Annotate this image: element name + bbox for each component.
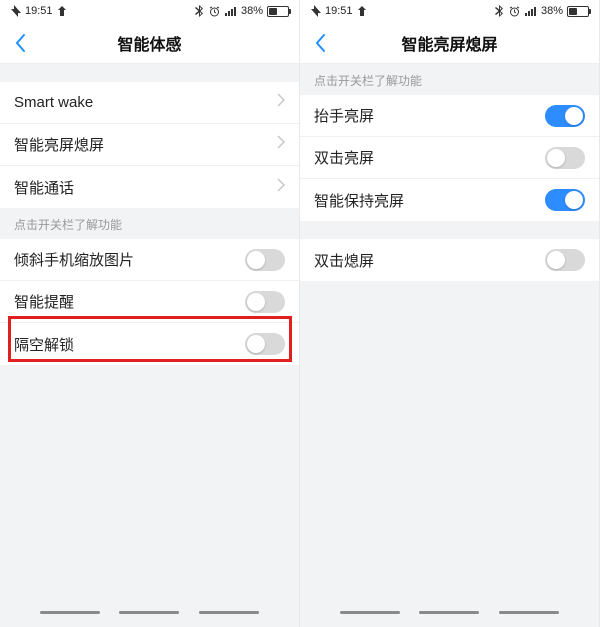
- toggle-tilt-zoom[interactable]: [245, 249, 285, 271]
- bluetooth-icon: [493, 5, 505, 17]
- signal-icon: [225, 5, 237, 17]
- row-smart-call[interactable]: 智能通话: [0, 166, 299, 208]
- row-tilt-zoom[interactable]: 倾斜手机缩放图片: [0, 239, 299, 281]
- signal-icon: [525, 5, 537, 17]
- row-smart-remind[interactable]: 智能提醒: [0, 281, 299, 323]
- row-double-tap-off[interactable]: 双击熄屏: [300, 239, 599, 281]
- status-bar: 19:51 38%: [300, 0, 599, 22]
- row-label: Smart wake: [14, 94, 277, 111]
- toggle-smart-keep-bright[interactable]: [545, 189, 585, 211]
- row-smart-bright-dark[interactable]: 智能亮屏熄屏: [0, 124, 299, 166]
- row-label: 双击熄屏: [314, 250, 545, 271]
- row-smart-wake[interactable]: Smart wake: [0, 82, 299, 124]
- battery-icon: [267, 6, 289, 17]
- row-double-tap-wake[interactable]: 双击亮屏: [300, 137, 599, 179]
- section-header: 点击开关栏了解功能: [0, 208, 299, 239]
- header: 智能亮屏熄屏: [300, 22, 599, 64]
- battery-icon: [567, 6, 589, 17]
- toggle-air-unlock[interactable]: [245, 333, 285, 355]
- toggle-raise-to-wake[interactable]: [545, 105, 585, 127]
- right-screen: 19:51 38% 智能亮屏熄屏 点击开关栏了解功能: [300, 0, 600, 627]
- nav-home-key[interactable]: [119, 611, 179, 614]
- toggle-double-tap-off[interactable]: [545, 249, 585, 271]
- chevron-right-icon: [277, 178, 285, 197]
- battery-percent: 38%: [241, 5, 263, 17]
- header: 智能体感: [0, 22, 299, 64]
- status-time: 19:51: [25, 5, 53, 17]
- status-time: 19:51: [325, 5, 353, 17]
- chevron-right-icon: [277, 135, 285, 154]
- bluetooth-icon: [193, 5, 205, 17]
- row-smart-keep-bright[interactable]: 智能保持亮屏: [300, 179, 599, 221]
- row-label: 智能保持亮屏: [314, 190, 545, 211]
- back-button[interactable]: [0, 22, 40, 64]
- row-label: 倾斜手机缩放图片: [14, 249, 245, 270]
- row-label: 智能亮屏熄屏: [14, 134, 277, 155]
- row-label: 智能通话: [14, 177, 277, 198]
- nav-list: Smart wake 智能亮屏熄屏 智能通话: [0, 82, 299, 208]
- toggle-list-2: 双击熄屏: [300, 239, 599, 281]
- chevron-right-icon: [277, 93, 285, 112]
- section-header: 点击开关栏了解功能: [300, 64, 599, 95]
- nav-bar: [0, 597, 299, 627]
- upload-icon: [356, 5, 368, 17]
- nav-recent-key[interactable]: [499, 611, 559, 614]
- row-air-unlock[interactable]: 隔空解锁: [0, 323, 299, 365]
- alarm-icon: [509, 5, 521, 17]
- toggle-list: 倾斜手机缩放图片 智能提醒 隔空解锁: [0, 239, 299, 365]
- nav-back-key[interactable]: [340, 611, 400, 614]
- toggle-smart-remind[interactable]: [245, 291, 285, 313]
- battery-charge-icon: [10, 5, 22, 17]
- row-label: 抬手亮屏: [314, 105, 545, 126]
- toggle-double-tap-wake[interactable]: [545, 147, 585, 169]
- toggle-list-1: 抬手亮屏 双击亮屏 智能保持亮屏: [300, 95, 599, 221]
- left-screen: 19:51 38% 智能体感 Smart: [0, 0, 300, 627]
- battery-percent: 38%: [541, 5, 563, 17]
- content: 点击开关栏了解功能 抬手亮屏 双击亮屏 智能保持亮屏 双击熄屏: [300, 64, 599, 597]
- page-title: 智能体感: [0, 31, 299, 55]
- alarm-icon: [209, 5, 221, 17]
- status-bar: 19:51 38%: [0, 0, 299, 22]
- battery-charge-icon: [310, 5, 322, 17]
- row-label: 智能提醒: [14, 291, 245, 312]
- content: Smart wake 智能亮屏熄屏 智能通话 点击开关栏了解功能: [0, 64, 299, 597]
- page-title: 智能亮屏熄屏: [300, 31, 599, 55]
- nav-bar: [300, 597, 599, 627]
- nav-back-key[interactable]: [40, 611, 100, 614]
- upload-icon: [56, 5, 68, 17]
- row-label: 双击亮屏: [314, 147, 545, 168]
- row-raise-to-wake[interactable]: 抬手亮屏: [300, 95, 599, 137]
- row-label: 隔空解锁: [14, 334, 245, 355]
- nav-home-key[interactable]: [419, 611, 479, 614]
- nav-recent-key[interactable]: [199, 611, 259, 614]
- back-button[interactable]: [300, 22, 340, 64]
